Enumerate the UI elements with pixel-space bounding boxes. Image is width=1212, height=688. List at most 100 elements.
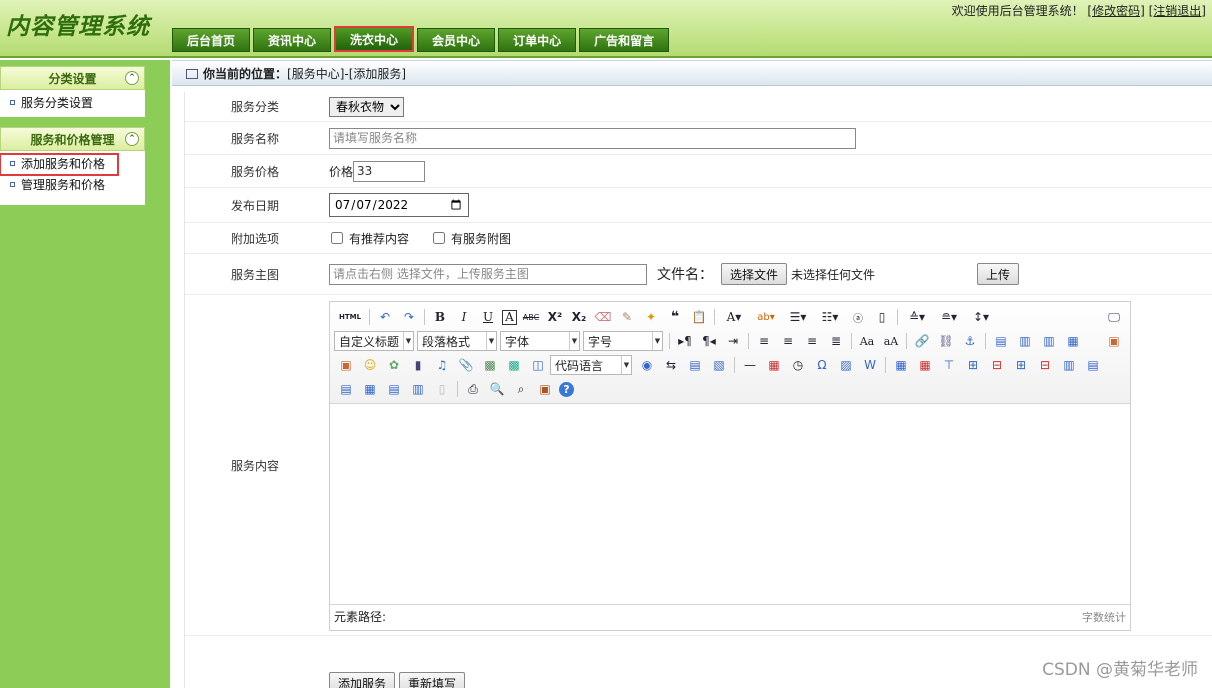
merge-down-icon[interactable]: ▤: [336, 379, 356, 399]
code-language-combo[interactable]: 代码语言 ▼: [550, 355, 632, 375]
delete-col-icon[interactable]: ⊟: [1035, 355, 1055, 375]
insert-image-icon[interactable]: ▣: [1104, 331, 1124, 351]
heading-combo[interactable]: 自定义标题 ▼: [334, 331, 414, 351]
logout-link[interactable]: [注销退出]: [1149, 4, 1206, 18]
link-icon[interactable]: 🔗: [912, 331, 932, 351]
format-brush-icon[interactable]: ✎: [617, 307, 637, 327]
fullscreen-icon[interactable]: 🖵: [1104, 307, 1124, 327]
split-to-cells-icon[interactable]: ▦: [360, 379, 380, 399]
background-icon[interactable]: ▧: [709, 355, 729, 375]
align-justify-icon[interactable]: ≣: [826, 331, 846, 351]
merge-cells-icon[interactable]: ▥: [1059, 355, 1079, 375]
ltr-icon[interactable]: ▸¶: [675, 331, 695, 351]
align-left-icon[interactable]: ≡: [754, 331, 774, 351]
service-name-input[interactable]: [329, 127, 856, 149]
tab-news[interactable]: 资讯中心: [253, 28, 332, 52]
multi-image-icon[interactable]: ▣: [336, 355, 356, 375]
merge-right-icon[interactable]: ▤: [1083, 355, 1103, 375]
tab-orders[interactable]: 订单中心: [498, 28, 577, 52]
undo-icon[interactable]: ↶: [375, 307, 395, 327]
tab-home[interactable]: 后台首页: [172, 28, 251, 52]
collapse-icon[interactable]: ⌃: [125, 132, 139, 146]
editor-content-area[interactable]: [330, 404, 1130, 604]
date-icon[interactable]: ▦: [764, 355, 784, 375]
help-icon[interactable]: ?: [559, 381, 574, 397]
drafts-icon[interactable]: ▣: [535, 379, 555, 399]
paste-plain-icon[interactable]: 📋: [689, 307, 709, 327]
image-path-input[interactable]: [329, 263, 647, 285]
horizontal-rule-icon[interactable]: —: [740, 355, 760, 375]
snapscreen-icon[interactable]: ▨: [836, 355, 856, 375]
clear-doc-icon[interactable]: ▯: [872, 307, 892, 327]
insert-col-icon[interactable]: ⊞: [1011, 355, 1031, 375]
collapse-icon[interactable]: ⌃: [125, 71, 139, 85]
video-icon[interactable]: ▮: [408, 355, 428, 375]
font-size-combo[interactable]: 字号 ▼: [583, 331, 663, 351]
font-color-icon[interactable]: A▾: [720, 307, 748, 327]
bold-icon[interactable]: B: [430, 307, 450, 327]
special-chars-icon[interactable]: Ω: [812, 355, 832, 375]
unlink-icon[interactable]: ⛓: [936, 331, 956, 351]
align-center-icon[interactable]: ≡: [778, 331, 798, 351]
auto-format-icon[interactable]: ✦: [641, 307, 661, 327]
tab-laundry[interactable]: 洗衣中心: [334, 26, 415, 52]
line-height-icon[interactable]: ↕▾: [967, 307, 995, 327]
upload-button[interactable]: 上传: [977, 263, 1020, 285]
unordered-list-icon[interactable]: ☷▾: [816, 307, 844, 327]
font-border-icon[interactable]: A: [502, 309, 517, 325]
rtl-icon[interactable]: ¶◂: [699, 331, 719, 351]
insert-paragraph-before-table-icon[interactable]: ⊤: [939, 355, 959, 375]
print-icon[interactable]: ⎙: [463, 379, 483, 399]
time-icon[interactable]: ◷: [788, 355, 808, 375]
sidebar-group-header[interactable]: 分类设置 ⌃: [0, 66, 145, 90]
blockquote-icon[interactable]: ❝: [665, 307, 685, 327]
to-lowercase-icon[interactable]: aA: [881, 331, 901, 351]
split-to-cols-icon[interactable]: ▥: [408, 379, 428, 399]
highlight-color-icon[interactable]: ab▾: [752, 307, 780, 327]
strikethrough-icon[interactable]: ABC: [521, 307, 541, 327]
tab-members[interactable]: 会员中心: [417, 28, 496, 52]
category-select[interactable]: 春秋衣物: [329, 96, 404, 117]
to-uppercase-icon[interactable]: Aa: [857, 331, 877, 351]
attachment-icon[interactable]: 📎: [456, 355, 476, 375]
insert-row-icon[interactable]: ⊞: [963, 355, 983, 375]
indent-icon[interactable]: ⇥: [723, 331, 743, 351]
tab-ads-messages[interactable]: 广告和留言: [579, 28, 670, 52]
underline-icon[interactable]: U: [478, 307, 498, 327]
google-map-icon[interactable]: ▩: [504, 355, 524, 375]
frame-icon[interactable]: ◫: [528, 355, 548, 375]
choose-file-button[interactable]: 选择文件: [721, 263, 788, 285]
image-left-icon[interactable]: ▥: [1015, 331, 1035, 351]
image-right-icon[interactable]: ▥: [1039, 331, 1059, 351]
price-input[interactable]: [353, 160, 426, 182]
split-to-rows-icon[interactable]: ▤: [384, 379, 404, 399]
chart-icon[interactable]: ▯: [432, 379, 452, 399]
has-image-checkbox[interactable]: [433, 232, 446, 244]
template-icon[interactable]: ▤: [685, 355, 705, 375]
search-replace-icon[interactable]: ⌕: [511, 379, 531, 399]
image-center-icon[interactable]: ▦: [1063, 331, 1083, 351]
image-none-icon[interactable]: ▤: [991, 331, 1011, 351]
insert-table-icon[interactable]: ▦: [891, 355, 911, 375]
music-icon[interactable]: ♫: [432, 355, 452, 375]
page-break-icon[interactable]: ⇆: [661, 355, 681, 375]
align-right-icon[interactable]: ≡: [802, 331, 822, 351]
publish-date-input[interactable]: [329, 193, 469, 217]
submit-button[interactable]: 添加服务: [329, 672, 396, 688]
scrawl-icon[interactable]: ✿: [384, 355, 404, 375]
row-spacing-bottom-icon[interactable]: ≘▾: [935, 307, 963, 327]
eraser-icon[interactable]: ⌫: [593, 307, 613, 327]
subscript-icon[interactable]: X₂: [569, 307, 589, 327]
superscript-icon[interactable]: X²: [545, 307, 565, 327]
map-icon[interactable]: ▩: [480, 355, 500, 375]
sidebar-item-category-settings[interactable]: 服务分类设置: [0, 93, 145, 114]
word-image-icon[interactable]: W: [860, 355, 880, 375]
emotion-icon[interactable]: ☺: [360, 355, 380, 375]
sidebar-group-header[interactable]: 服务和价格管理 ⌃: [0, 127, 145, 151]
select-all-icon[interactable]: ⓐ: [848, 307, 868, 327]
html-source-icon[interactable]: HTML: [336, 307, 364, 327]
italic-icon[interactable]: I: [454, 307, 474, 327]
redo-icon[interactable]: ↷: [399, 307, 419, 327]
row-spacing-top-icon[interactable]: ≙▾: [903, 307, 931, 327]
preview-icon[interactable]: 🔍: [487, 379, 507, 399]
